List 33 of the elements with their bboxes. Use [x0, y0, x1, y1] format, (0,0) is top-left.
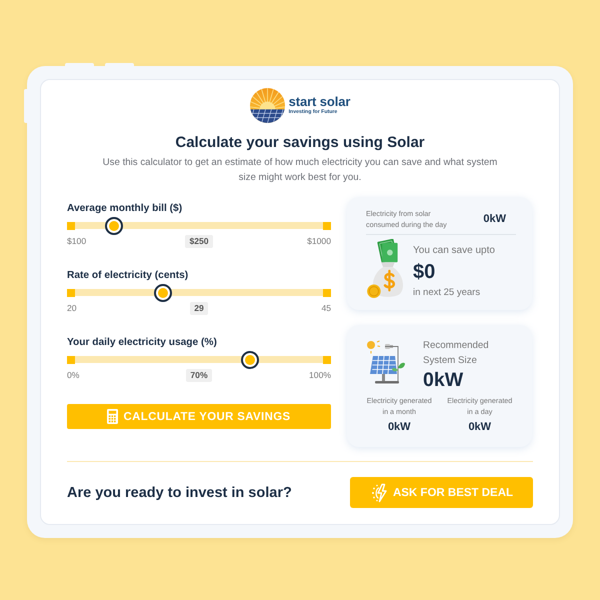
generation-value: 0kW	[468, 421, 492, 434]
page-description: Use this calculator to get an estimate of how much electricity you can save and what system size might work best for you.	[102, 156, 498, 185]
slider-value: $250	[185, 234, 213, 248]
savings-period: in next 25 years	[413, 286, 480, 300]
slider-value: 70%	[186, 368, 212, 382]
system-size-label: Recommended System Size	[423, 339, 490, 368]
solar-consumption-value: 0kW	[483, 213, 506, 225]
calculator-icon	[107, 409, 118, 424]
slider-max-label: 45	[321, 303, 331, 313]
slider-label: Rate of electricity (cents)	[67, 268, 188, 282]
logo-icon	[250, 88, 285, 123]
cta-question: Are you ready to invest in solar?	[67, 484, 292, 500]
slider-min-label: 0%	[67, 370, 80, 380]
slider-thumb[interactable]	[154, 284, 172, 302]
savings-label: You can save upto	[413, 244, 495, 258]
best-deal-button[interactable]: ASK FOR BEST DEAL	[350, 477, 533, 508]
money-bag-icon	[366, 239, 406, 299]
system-size-value: 0kW	[423, 369, 464, 391]
slider-thumb[interactable]	[241, 350, 260, 368]
slider-max-label: 100%	[309, 370, 331, 380]
savings-amount: $0	[413, 260, 436, 285]
slider-label: Your daily electricity usage (%)	[67, 336, 217, 348]
generation-value: 0kW	[388, 421, 411, 434]
slider-min-label: 20	[67, 303, 77, 313]
slider-value: 29	[190, 302, 208, 314]
page-title: Calculate your savings using Solar	[174, 133, 426, 153]
brand-name: start solar	[288, 95, 350, 109]
slider-min-label: $100	[67, 236, 86, 246]
slider-thumb[interactable]	[104, 216, 123, 234]
slider-max-label: $1000	[307, 236, 331, 246]
slider-label: Average monthly bill ($)	[67, 202, 182, 214]
solar-panel-icon	[365, 338, 405, 386]
calculate-button[interactable]: CALCULATE YOUR SAVINGS	[67, 404, 331, 429]
